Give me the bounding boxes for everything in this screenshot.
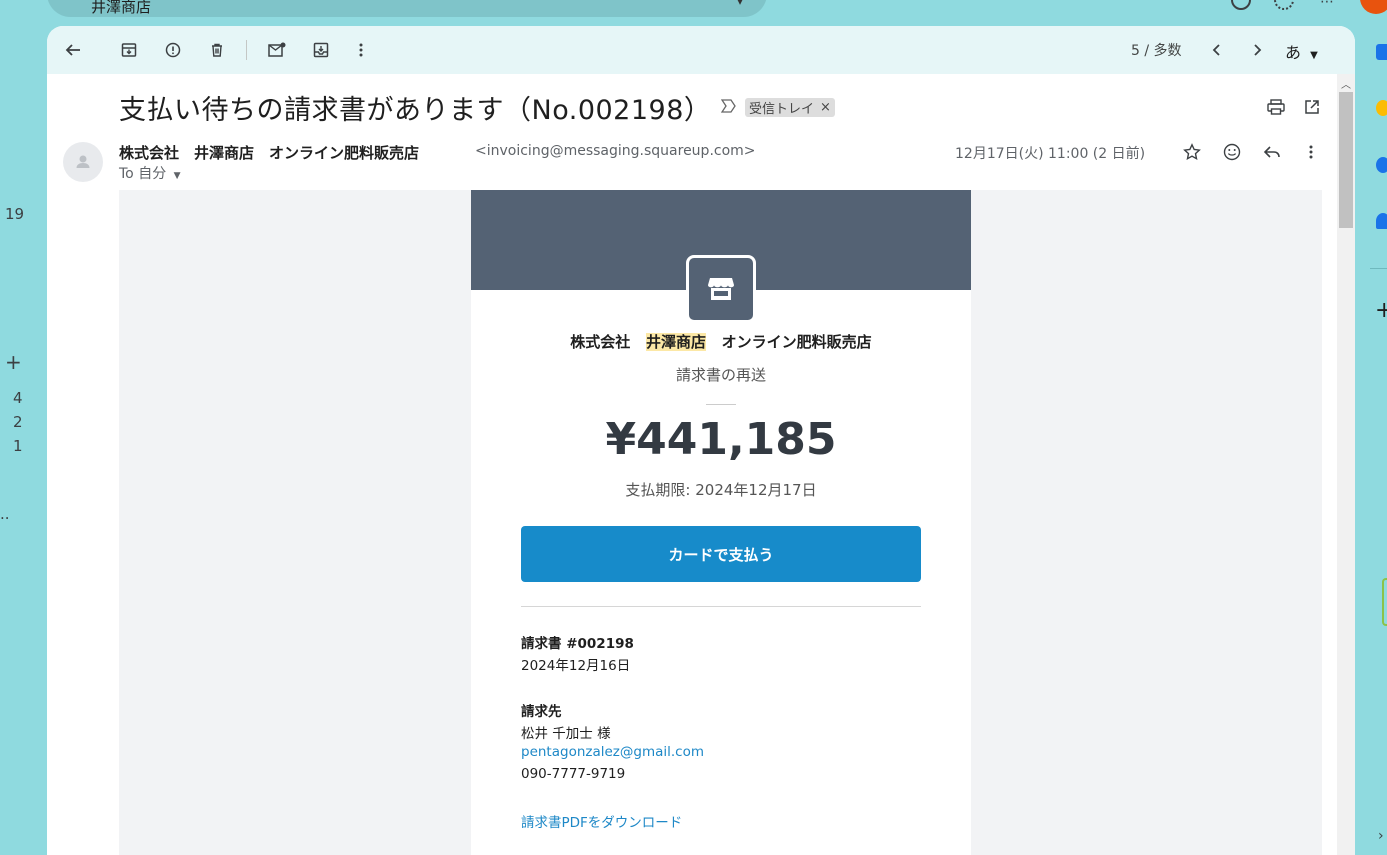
due-date: 支払期限: 2024年12月17日 <box>625 481 817 499</box>
gutter-plus-icon[interactable]: + <box>5 350 22 374</box>
settings-icon[interactable] <box>1274 0 1294 10</box>
search-bar[interactable]: 井澤商店 ▾ <box>47 0 767 17</box>
download-pdf-link[interactable]: 請求書PDFをダウンロード <box>521 811 682 831</box>
chevron-left-icon <box>1212 44 1220 56</box>
add-addon-icon[interactable]: + <box>1375 298 1387 323</box>
input-tools-button[interactable]: あ ▼ <box>1285 39 1318 63</box>
message-more-button[interactable] <box>1309 144 1313 164</box>
emoji-icon <box>1223 143 1241 161</box>
arrow-left-icon <box>65 44 80 56</box>
calendar-icon[interactable] <box>1376 44 1387 60</box>
keep-icon[interactable] <box>1376 100 1387 116</box>
mark-unread-button[interactable] <box>263 36 291 64</box>
contacts-icon[interactable] <box>1376 213 1387 229</box>
print-icon <box>1267 99 1285 115</box>
caret-down-icon: ▼ <box>173 171 181 181</box>
side-panel-divider <box>1370 268 1387 269</box>
importance-marker-icon[interactable] <box>721 99 737 113</box>
star-button[interactable] <box>1183 143 1201 165</box>
archive-icon <box>121 43 137 57</box>
bill-to-name: 松井 千加士 様 <box>521 726 611 742</box>
sender-name[interactable]: 株式会社 井澤商店 オンライン肥料販売店 <box>119 142 419 163</box>
recipient-dropdown[interactable]: To 自分 ▼ <box>119 163 181 183</box>
invoice-card: 株式会社 井澤商店 オンライン肥料販売店 請求書の再送 ¥441,185 支払期… <box>471 190 971 855</box>
tasks-icon[interactable] <box>1376 157 1387 173</box>
invoice-number: 請求書 #002198 <box>521 636 634 652</box>
sender-email: <invoicing@messaging.squareup.com> <box>475 143 756 159</box>
emoji-reaction-button[interactable] <box>1223 143 1241 165</box>
message-date: 12月17日(火) 11:00 (2 日前) <box>955 146 1146 162</box>
open-new-window-button[interactable] <box>1304 99 1320 119</box>
business-name-suffix: オンライン肥料販売店 <box>721 333 872 351</box>
chevron-down-icon: ▼ <box>1310 50 1318 61</box>
delete-button[interactable] <box>203 36 231 64</box>
older-button[interactable] <box>1243 36 1271 64</box>
gutter-count: 4 <box>13 389 23 407</box>
expand-side-panel-icon[interactable]: › <box>1378 828 1384 844</box>
remove-label-icon[interactable]: × <box>820 100 831 115</box>
business-name: 株式会社 井澤商店 オンライン肥料販売店 <box>471 331 971 352</box>
toolbar-divider <box>246 40 247 60</box>
label-chip-inbox[interactable]: 受信トレイ × <box>745 98 835 117</box>
pager-text: 5 / 多数 <box>1131 43 1182 59</box>
label-chip-text: 受信トレイ <box>749 102 815 117</box>
newer-button[interactable] <box>1203 36 1231 64</box>
more-vert-icon <box>1309 145 1313 159</box>
invoice-amount: ¥441,185 <box>605 414 837 465</box>
move-to-button[interactable] <box>307 36 335 64</box>
sender-avatar[interactable] <box>63 142 103 182</box>
search-options-icon[interactable]: ▾ <box>737 0 743 8</box>
invoice-date: 2024年12月16日 <box>521 658 631 674</box>
mail-unread-icon <box>268 42 286 57</box>
archive-button[interactable] <box>115 36 143 64</box>
trash-icon <box>212 43 222 57</box>
bill-to-email-link[interactable]: pentagonzalez@gmail.com <box>521 744 704 760</box>
search-input[interactable]: 井澤商店 <box>91 0 151 17</box>
open-in-new-icon <box>1305 100 1319 114</box>
person-icon <box>76 155 90 168</box>
gutter-count: 2 <box>13 413 23 431</box>
input-tools-label: あ <box>1285 43 1302 62</box>
back-button[interactable] <box>59 36 87 64</box>
pay-by-card-button[interactable]: カードで支払う <box>521 526 921 582</box>
more-actions-button[interactable] <box>347 36 375 64</box>
invoice-resend-label: 請求書の再送 <box>675 366 766 384</box>
business-name-highlight: 井澤商店 <box>645 333 706 351</box>
reply-button[interactable] <box>1263 144 1281 164</box>
bill-to-label: 請求先 <box>521 704 562 720</box>
print-button[interactable] <box>1267 99 1285 119</box>
gutter-more[interactable]: .. <box>0 505 10 523</box>
divider <box>706 404 736 405</box>
support-icon[interactable] <box>1231 0 1251 10</box>
side-panel-handle[interactable] <box>1382 578 1387 626</box>
message-panel: 5 / 多数 あ ▼ 支払い待ちの請求書があります（No.002198） 受信ト… <box>47 26 1355 855</box>
divider <box>521 606 921 607</box>
gutter-count: 19 <box>5 205 25 223</box>
store-logo <box>686 255 756 323</box>
more-vert-icon <box>359 43 363 57</box>
bill-to-phone: 090-7777-9719 <box>521 766 626 782</box>
recipient-text: To 自分 <box>119 166 167 182</box>
account-avatar[interactable] <box>1360 0 1387 14</box>
star-icon <box>1183 143 1201 161</box>
scrollbar-thumb[interactable] <box>1339 92 1353 228</box>
message-toolbar: 5 / 多数 あ ▼ <box>47 26 1355 74</box>
message-subject: 支払い待ちの請求書があります（No.002198） <box>119 95 712 126</box>
report-spam-button[interactable] <box>159 36 187 64</box>
report-icon <box>165 42 181 58</box>
move-to-inbox-icon <box>313 42 329 58</box>
scroll-up-icon[interactable]: ︿ <box>1341 76 1351 91</box>
business-name-prefix: 株式会社 <box>570 333 631 351</box>
reply-icon <box>1263 146 1280 158</box>
apps-icon[interactable]: ⋯ <box>1320 0 1334 10</box>
gutter-count: 1 <box>13 437 23 455</box>
storefront-icon <box>708 278 734 300</box>
chevron-right-icon <box>1254 44 1262 56</box>
